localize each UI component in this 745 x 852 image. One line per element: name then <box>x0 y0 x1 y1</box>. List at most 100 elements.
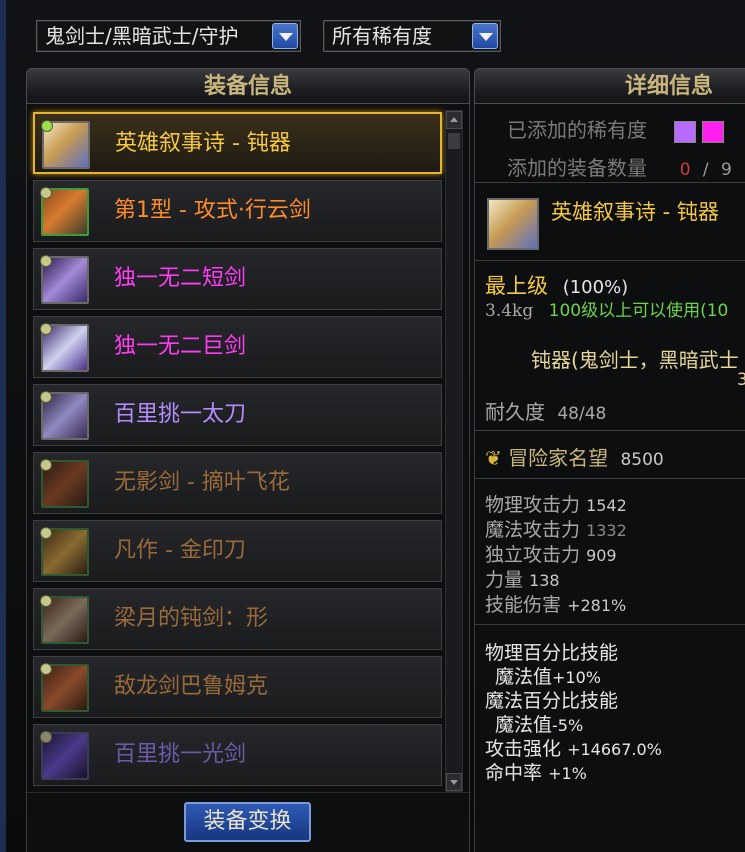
weapon-icon <box>40 323 89 372</box>
selected-item-name: 英雄叙事诗 - 钝器 <box>551 200 719 224</box>
list-item[interactable]: 凡作 - 金印刀 <box>33 520 442 582</box>
set-badge-icon <box>40 595 52 607</box>
rarity-swatch-pink <box>701 120 724 143</box>
grade-percent: (100%) <box>562 277 629 298</box>
divider <box>475 624 745 625</box>
weapon-icon <box>40 663 89 712</box>
stat-label: 物理攻击力 <box>485 494 581 516</box>
durability-value: 48/48 <box>557 404 607 424</box>
ability-label: 物理百分比技能 <box>485 642 619 664</box>
item-label: 梁月的钝剑：形 <box>114 606 269 631</box>
job-filter-dropdown[interactable]: 鬼剑士/黑暗武士/守护 <box>36 20 301 52</box>
weapon-icon <box>40 187 89 236</box>
ability-row: 魔法值-5% <box>495 710 583 737</box>
stat-value: 1542 <box>586 496 627 515</box>
weapon-icon <box>41 120 90 169</box>
list-item[interactable]: 百里挑一光剑 <box>33 724 442 786</box>
item-label: 无影剑 - 摘叶飞花 <box>114 470 290 495</box>
added-rarity-label: 已添加的稀有度 <box>507 118 647 142</box>
rarity-filter-value: 所有稀有度 <box>332 24 432 48</box>
weight-level-row: 3.4kg 100级以上可以使用(10 <box>485 296 728 321</box>
equipment-swap-button[interactable]: 装备变换 <box>184 802 311 842</box>
item-label: 凡作 - 金印刀 <box>114 538 246 563</box>
chevron-down-icon[interactable] <box>472 23 498 49</box>
item-label: 独一无二短剑 <box>114 266 247 291</box>
equipment-list: 英雄叙事诗 - 钝器 第1型 - 攻式·行云剑 独一无二短剑 独一无二巨剑 百里… <box>26 104 471 852</box>
divider <box>475 430 745 431</box>
list-divider <box>27 792 471 793</box>
divider <box>475 260 745 261</box>
list-item[interactable]: 梁月的钝剑：形 <box>33 588 442 650</box>
ability-label: 命中率 <box>485 762 543 784</box>
list-item[interactable]: 无影剑 - 摘叶飞花 <box>33 452 442 514</box>
selected-weapon-icon <box>487 198 539 250</box>
list-item[interactable]: 独一无二短剑 <box>33 248 442 310</box>
list-item[interactable]: 敌龙剑巴鲁姆克 <box>33 656 442 718</box>
list-item[interactable]: 英雄叙事诗 - 钝器 <box>33 112 442 174</box>
count-separator: / <box>702 160 709 180</box>
item-label: 英雄叙事诗 - 钝器 <box>115 131 291 156</box>
list-scrollbar[interactable] <box>445 110 463 792</box>
equipment-panel-title: 装备信息 <box>203 74 292 99</box>
list-item[interactable]: 独一无二巨剑 <box>33 316 442 378</box>
stat-row: 物理攻击力 1542 <box>485 490 627 517</box>
stat-row: 魔法攻击力 1332 <box>485 515 627 542</box>
stat-label: 魔法攻击力 <box>485 519 581 541</box>
divider <box>475 182 745 183</box>
set-badge-icon <box>40 255 52 267</box>
stat-value: +281% <box>567 596 627 615</box>
ability-label: 魔法值 <box>495 714 553 736</box>
equipment-swap-label: 装备变换 <box>203 809 292 834</box>
window-frame: 鬼剑士/黑暗武士/守护 所有稀有度 装备信息 详细信息 英雄叙事诗 - 钝器 第… <box>0 0 745 852</box>
set-badge-icon <box>40 731 52 743</box>
rarity-filter-dropdown[interactable]: 所有稀有度 <box>323 20 501 52</box>
ability-value: +14667.0% <box>567 740 662 759</box>
item-label: 百里挑一太刀 <box>114 402 247 427</box>
scroll-up-icon[interactable] <box>446 111 462 129</box>
list-item[interactable]: 第1型 - 攻式·行云剑 <box>33 180 442 242</box>
added-rarity-row: 已添加的稀有度 <box>507 114 730 143</box>
rarity-swatch-purple <box>673 120 696 143</box>
ability-value: +1% <box>548 764 587 783</box>
scroll-thumb[interactable] <box>448 133 460 149</box>
ability-row: 命中率 +1% <box>485 758 587 785</box>
detail-panel-header: 详细信息 <box>474 68 745 104</box>
item-label: 第1型 - 攻式·行云剑 <box>114 198 311 223</box>
count-total: 9 <box>721 160 732 180</box>
stat-value: 138 <box>529 571 560 590</box>
set-badge-icon <box>40 663 52 675</box>
fame-icon: ❦ <box>485 446 502 470</box>
ability-row: 物理百分比技能 <box>485 638 618 665</box>
set-badge-icon <box>40 527 52 539</box>
detail-panel: 已添加的稀有度 添加的装备数量 0 / 9 英雄叙事诗 - 钝器 最上级 (10… <box>474 104 745 852</box>
weapon-icon <box>40 459 89 508</box>
list-item[interactable]: 百里挑一太刀 <box>33 384 442 446</box>
weapon-type-line-2: 3 <box>737 370 745 390</box>
ability-row: 魔法百分比技能 <box>485 686 618 713</box>
count-current: 0 <box>679 160 691 180</box>
scroll-down-icon[interactable] <box>446 773 462 791</box>
chevron-down-icon[interactable] <box>272 23 298 49</box>
weapon-icon <box>40 527 89 576</box>
added-count-row: 添加的装备数量 0 / 9 <box>507 152 732 181</box>
item-label: 敌龙剑巴鲁姆克 <box>114 674 269 699</box>
weapon-icon <box>40 595 89 644</box>
divider <box>475 478 745 479</box>
stat-value: 1332 <box>586 521 627 540</box>
set-badge-icon <box>40 391 52 403</box>
set-badge-icon <box>40 187 52 199</box>
equipment-panel-header: 装备信息 <box>26 68 470 104</box>
detail-panel-title: 详细信息 <box>625 74 714 99</box>
ability-label: 魔法值 <box>495 666 553 688</box>
ability-row: 攻击强化 +14667.0% <box>485 734 662 761</box>
grade-label: 最上级 <box>485 274 548 298</box>
weapon-icon <box>40 255 89 304</box>
level-requirement: 100级以上可以使用(10 <box>548 301 729 321</box>
fame-row: ❦ 冒险家名望 8500 <box>485 442 664 471</box>
item-label: 百里挑一光剑 <box>114 742 247 767</box>
added-count-label: 添加的装备数量 <box>507 156 647 180</box>
stat-value: 909 <box>586 546 617 565</box>
ability-row: 魔法值+10% <box>495 662 601 689</box>
stat-label: 力量 <box>485 569 524 591</box>
weapon-type-line: 钝器(鬼剑士，黑暗武士 <box>531 348 739 372</box>
